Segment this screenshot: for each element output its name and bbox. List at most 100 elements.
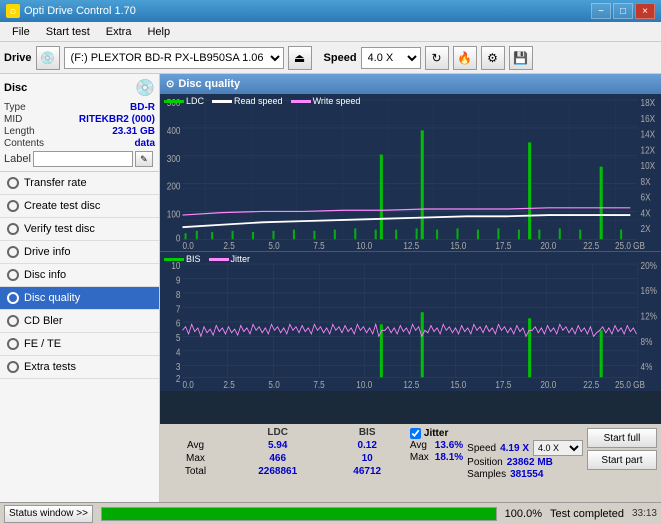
stats-table: LDC BIS Avg 5.94 0.12 Max 466 xyxy=(164,426,406,478)
jitter-checkbox[interactable] xyxy=(410,428,421,439)
label-input[interactable] xyxy=(33,151,133,167)
svg-text:20.0: 20.0 xyxy=(540,380,556,391)
position-key: Position xyxy=(467,457,503,468)
nav-icon-disc-info xyxy=(6,268,20,282)
svg-text:9: 9 xyxy=(176,275,181,286)
start-full-button[interactable]: Start full xyxy=(587,428,657,448)
avg-bis: 0.12 xyxy=(328,439,405,452)
legend-ldc: LDC xyxy=(186,96,204,106)
sidebar-item-disc-quality[interactable]: Disc quality xyxy=(0,287,159,310)
nav-label-create-test-disc: Create test disc xyxy=(24,200,100,212)
status-window-button[interactable]: Status window >> xyxy=(4,505,93,523)
title-bar: ⊙ Opti Drive Control 1.70 − □ × xyxy=(0,0,661,22)
save-button[interactable]: 💾 xyxy=(509,46,533,70)
svg-text:17.5: 17.5 xyxy=(495,380,511,391)
speed-key: Speed xyxy=(467,443,496,454)
svg-text:3: 3 xyxy=(176,362,181,373)
nav-label-disc-info: Disc info xyxy=(24,269,66,281)
svg-text:5: 5 xyxy=(176,333,181,344)
nav-icon-drive-info xyxy=(6,245,20,259)
avg-label: Avg xyxy=(164,439,227,452)
svg-text:0.0: 0.0 xyxy=(182,240,193,251)
speed-section: Speed 4.19 X 4.0 X Position 23862 MB Sam… xyxy=(467,426,583,480)
stats-bar: LDC BIS Avg 5.94 0.12 Max 466 xyxy=(160,424,661,502)
max-bis: 10 xyxy=(328,452,405,465)
svg-text:400: 400 xyxy=(167,125,181,136)
svg-text:7: 7 xyxy=(176,304,181,315)
svg-text:2.5: 2.5 xyxy=(223,380,234,391)
sidebar-item-disc-info[interactable]: Disc info xyxy=(0,264,159,287)
nav-icon-transfer-rate xyxy=(6,176,20,190)
sidebar-item-cd-bler[interactable]: CD Bler xyxy=(0,310,159,333)
speed-dropdown[interactable]: 4.0 X xyxy=(533,440,583,456)
minimize-button[interactable]: − xyxy=(591,3,611,19)
drive-icon-button[interactable]: 💿 xyxy=(36,46,60,70)
svg-text:17.5: 17.5 xyxy=(495,240,511,251)
nav-label-cd-bler: CD Bler xyxy=(24,315,63,327)
mid-value: RITEKBR2 (000) xyxy=(79,114,155,125)
menu-help[interactable]: Help xyxy=(139,24,178,40)
svg-text:12.5: 12.5 xyxy=(403,380,419,391)
contents-value: data xyxy=(134,138,155,149)
svg-text:6: 6 xyxy=(176,318,181,329)
sidebar-item-verify-test-disc[interactable]: Verify test disc xyxy=(0,218,159,241)
menu-file[interactable]: File xyxy=(4,24,38,40)
samples-val: 381554 xyxy=(510,469,543,480)
svg-text:22.5: 22.5 xyxy=(583,240,599,251)
quality-title: Disc quality xyxy=(178,78,240,90)
nav-label-verify-test-disc: Verify test disc xyxy=(24,223,95,235)
chart-container: LDC Read speed Write speed xyxy=(160,94,661,424)
speed-select[interactable]: 4.0 X xyxy=(361,47,421,69)
start-part-button[interactable]: Start part xyxy=(587,450,657,470)
svg-text:25.0 GB: 25.0 GB xyxy=(615,380,645,391)
svg-text:16%: 16% xyxy=(641,286,657,297)
svg-text:12X: 12X xyxy=(641,145,656,156)
quality-panel-header: ⊙ Disc quality xyxy=(160,74,661,94)
stats-row-avg: Avg 5.94 0.12 xyxy=(164,439,406,452)
nav-label-extra-tests: Extra tests xyxy=(24,361,76,373)
sidebar-item-fe-te[interactable]: FE / TE xyxy=(0,333,159,356)
svg-text:8X: 8X xyxy=(641,176,651,187)
status-time: 33:13 xyxy=(632,508,657,519)
eject-button[interactable]: ⏏ xyxy=(288,46,312,70)
status-bar: Status window >> 100.0% Test completed 3… xyxy=(0,502,661,524)
sidebar-item-transfer-rate[interactable]: Transfer rate xyxy=(0,172,159,195)
menu-extra[interactable]: Extra xyxy=(98,24,140,40)
progress-bar xyxy=(102,508,496,520)
speed-label: Speed xyxy=(324,52,357,64)
lower-chart: BIS Jitter xyxy=(160,252,661,391)
settings-button[interactable]: ⚙ xyxy=(481,46,505,70)
svg-text:16X: 16X xyxy=(641,113,656,124)
svg-text:100: 100 xyxy=(167,209,181,220)
svg-text:2X: 2X xyxy=(641,223,651,234)
upper-chart-svg: 500 400 300 200 100 0 18X 16X 14X 12X 10… xyxy=(160,94,661,251)
menu-start-test[interactable]: Start test xyxy=(38,24,98,40)
svg-text:14X: 14X xyxy=(641,129,656,140)
drive-select[interactable]: (F:) PLEXTOR BD-R PX-LB950SA 1.06 xyxy=(64,47,284,69)
svg-text:20%: 20% xyxy=(641,261,657,272)
jitter-section: Jitter Avg 13.6% Max 18.1% xyxy=(410,426,463,464)
sidebar-item-drive-info[interactable]: Drive info xyxy=(0,241,159,264)
upper-chart-legend: LDC Read speed Write speed xyxy=(164,96,360,106)
svg-text:5.0: 5.0 xyxy=(268,240,279,251)
disc-icon: 💿 xyxy=(135,78,155,98)
nav-icon-fe-te xyxy=(6,337,20,351)
svg-text:0.0: 0.0 xyxy=(182,380,193,391)
refresh-button[interactable]: ↻ xyxy=(425,46,449,70)
stats-row-total: Total 2268861 46712 xyxy=(164,465,406,478)
legend-read-speed: Read speed xyxy=(234,96,283,106)
burn-button[interactable]: 🔥 xyxy=(453,46,477,70)
sidebar-item-create-test-disc[interactable]: Create test disc xyxy=(0,195,159,218)
maximize-button[interactable]: □ xyxy=(613,3,633,19)
app-icon: ⊙ xyxy=(6,4,20,18)
sidebar-item-extra-tests[interactable]: Extra tests xyxy=(0,356,159,379)
menu-bar: File Start test Extra Help xyxy=(0,22,661,42)
nav-label-disc-quality: Disc quality xyxy=(24,292,80,304)
close-button[interactable]: × xyxy=(635,3,655,19)
content-area: ⊙ Disc quality LDC Read speed xyxy=(160,74,661,502)
legend-bis: BIS xyxy=(186,254,201,264)
label-button[interactable]: ✎ xyxy=(135,151,153,167)
svg-text:15.0: 15.0 xyxy=(450,240,466,251)
type-label: Type xyxy=(4,102,26,113)
samples-key: Samples xyxy=(467,469,506,480)
